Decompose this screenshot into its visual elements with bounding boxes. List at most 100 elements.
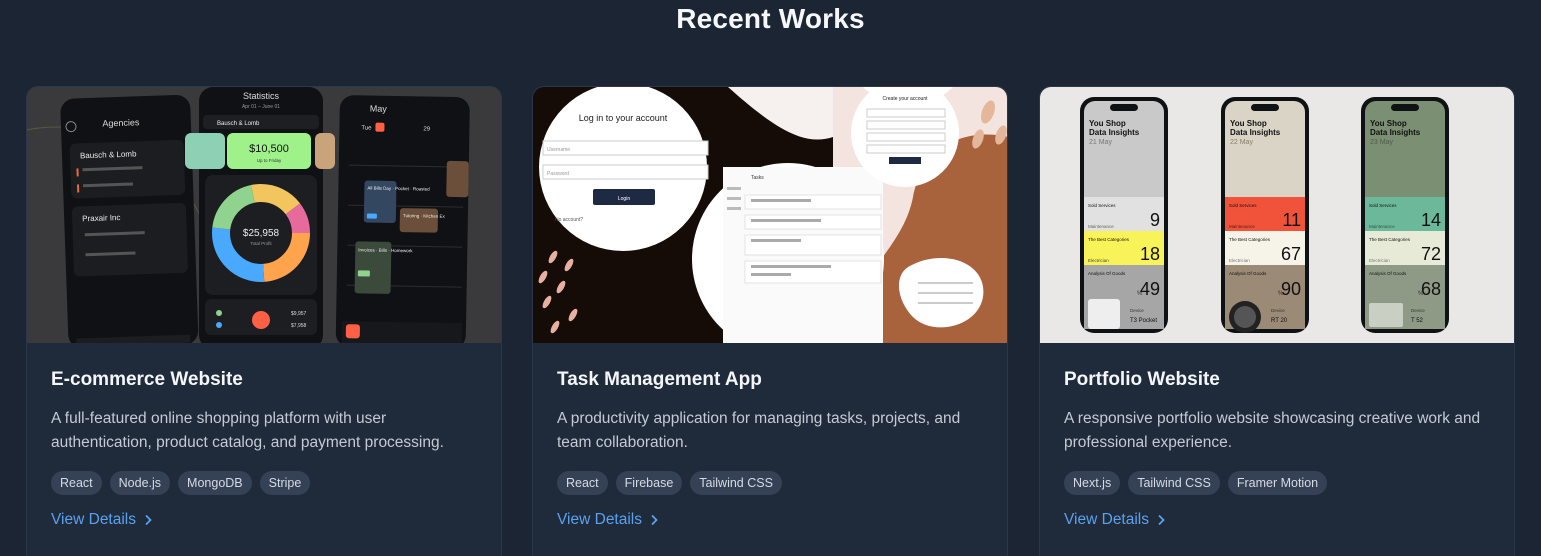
svg-text:67: 67 (1281, 244, 1301, 264)
svg-text:Praxair Inc: Praxair Inc (82, 213, 121, 223)
svg-text:Data Insights: Data Insights (1370, 128, 1421, 137)
svg-text:Electrician: Electrician (1088, 258, 1109, 263)
svg-text:Sold Services: Sold Services (1229, 203, 1257, 208)
tag: Tailwind CSS (1128, 471, 1220, 495)
project-image-portfolio: You Shop Data Insights 21 May Sold Servi… (1040, 87, 1514, 343)
chevron-right-icon (145, 514, 152, 526)
svg-text:23 May: 23 May (1370, 139, 1393, 146)
view-details-label: View Details (557, 511, 643, 528)
svg-text:RT 20: RT 20 (1271, 318, 1288, 324)
svg-text:72: 72 (1421, 244, 1441, 264)
chevron-right-icon (651, 514, 658, 526)
view-details-link[interactable]: View Details (51, 511, 152, 529)
svg-text:Invoices · Bills · Homework: Invoices · Bills · Homework (358, 247, 413, 253)
svg-text:Analysis Of Goods: Analysis Of Goods (1229, 271, 1267, 276)
svg-text:Tue: Tue (361, 125, 372, 131)
project-card-ecommerce[interactable]: Agencies Bausch & Lomb Praxair Inc Stati… (26, 86, 502, 556)
svg-text:Username: Username (547, 147, 570, 153)
svg-text:Electrician: Electrician (1229, 258, 1250, 263)
svg-text:21 May: 21 May (1089, 139, 1112, 146)
svg-text:Data Insights: Data Insights (1089, 128, 1140, 137)
svg-text:14: 14 (1421, 210, 1441, 230)
svg-text:Maintenance: Maintenance (1088, 224, 1114, 229)
project-image-ecommerce: Agencies Bausch & Lomb Praxair Inc Stati… (27, 87, 501, 343)
project-title: E-commerce Website (51, 369, 243, 390)
svg-text:Agencies: Agencies (102, 117, 140, 128)
card-body: Portfolio Website A responsive portfolio… (1064, 369, 1490, 529)
svg-text:$9,957: $9,957 (291, 311, 307, 317)
tag: React (51, 471, 102, 495)
svg-text:Up to Friday: Up to Friday (257, 158, 282, 163)
svg-text:Tasks: Tasks (751, 175, 764, 181)
tag: Next.js (1064, 471, 1121, 495)
svg-text:The Best Categories: The Best Categories (1229, 237, 1271, 242)
tag: Framer Motion (1227, 471, 1328, 495)
svg-text:$25,958: $25,958 (243, 228, 280, 239)
tag: MongoDB (178, 471, 252, 495)
svg-text:Log in to your account: Log in to your account (579, 113, 668, 123)
tag: Stripe (259, 471, 311, 495)
svg-text:Login: Login (618, 196, 630, 202)
project-title: Portfolio Website (1064, 369, 1220, 390)
project-description: A responsive portfolio website showcasin… (1064, 410, 1481, 451)
tag: Tailwind CSS (690, 471, 782, 495)
projects-grid: Agencies Bausch & Lomb Praxair Inc Stati… (26, 86, 1516, 556)
svg-text:29: 29 (423, 126, 430, 132)
svg-text:Total Profit: Total Profit (250, 241, 272, 246)
svg-text:Maintenance: Maintenance (1369, 224, 1395, 229)
svg-text:Device: Device (1411, 308, 1425, 313)
project-card-task-management[interactable]: Log in to your account Username Password… (532, 86, 1008, 556)
svg-text:90: 90 (1281, 279, 1301, 299)
view-details-label: View Details (1064, 511, 1150, 528)
section-title: Recent Works (676, 3, 865, 34)
view-details-link[interactable]: View Details (1064, 511, 1165, 529)
project-description: A full-featured online shopping platform… (51, 410, 444, 451)
svg-text:T 52: T 52 (1411, 318, 1424, 324)
svg-text:Password: Password (547, 171, 569, 177)
view-details-link[interactable]: View Details (557, 511, 658, 529)
svg-text:$10,500: $10,500 (249, 143, 289, 155)
svg-text:49: 49 (1140, 279, 1160, 299)
svg-text:Analysis Of Goods: Analysis Of Goods (1369, 271, 1407, 276)
svg-text:Sold Services: Sold Services (1088, 203, 1116, 208)
svg-text:You Shop: You Shop (1089, 119, 1126, 128)
svg-text:Statistics: Statistics (243, 91, 280, 101)
svg-text:The Best Categories: The Best Categories (1088, 237, 1130, 242)
svg-text:Device: Device (1130, 308, 1144, 313)
svg-text:The Best Categories: The Best Categories (1369, 237, 1411, 242)
svg-text:You Shop: You Shop (1370, 119, 1407, 128)
project-description: A productivity application for managing … (557, 410, 961, 451)
card-body: Task Management App A productivity appli… (557, 369, 983, 529)
tag-list: Next.js Tailwind CSS Framer Motion (1064, 471, 1490, 495)
tag: Node.js (109, 471, 171, 495)
svg-text:Maintenance: Maintenance (1229, 224, 1255, 229)
svg-text:Analysis Of Goods: Analysis Of Goods (1088, 271, 1126, 276)
svg-text:22 May: 22 May (1230, 139, 1253, 146)
tag-list: React Node.js MongoDB Stripe (51, 471, 477, 495)
svg-text:68: 68 (1421, 279, 1441, 299)
svg-text:You Shop: You Shop (1230, 119, 1267, 128)
svg-text:18: 18 (1140, 244, 1160, 264)
tag-list: React Firebase Tailwind CSS (557, 471, 983, 495)
card-body: E-commerce Website A full-featured onlin… (51, 369, 477, 529)
chevron-right-icon (1158, 514, 1165, 526)
svg-text:Device: Device (1271, 308, 1285, 313)
project-title: Task Management App (557, 369, 762, 390)
svg-text:Tutoring · Kitchen Ex: Tutoring · Kitchen Ex (403, 213, 446, 219)
tag: Firebase (615, 471, 683, 495)
svg-text:9: 9 (1150, 210, 1160, 230)
svg-text:Apr 01 – June 01: Apr 01 – June 01 (242, 104, 280, 110)
svg-text:$7,958: $7,958 (291, 323, 307, 329)
project-card-portfolio[interactable]: You Shop Data Insights 21 May Sold Servi… (1039, 86, 1515, 556)
tag: React (557, 471, 608, 495)
svg-text:Data Insights: Data Insights (1230, 128, 1281, 137)
svg-text:T3 Pocket: T3 Pocket (1130, 318, 1157, 324)
view-details-label: View Details (51, 511, 137, 528)
svg-text:Create your account: Create your account (882, 96, 928, 102)
project-image-task-management: Log in to your account Username Password… (533, 87, 1007, 343)
svg-text:Sold Services: Sold Services (1369, 203, 1397, 208)
svg-text:Electrician: Electrician (1369, 258, 1390, 263)
svg-text:Bausch & Lomb: Bausch & Lomb (217, 121, 260, 127)
svg-text:May: May (370, 104, 388, 114)
svg-text:No account?: No account? (555, 217, 583, 223)
